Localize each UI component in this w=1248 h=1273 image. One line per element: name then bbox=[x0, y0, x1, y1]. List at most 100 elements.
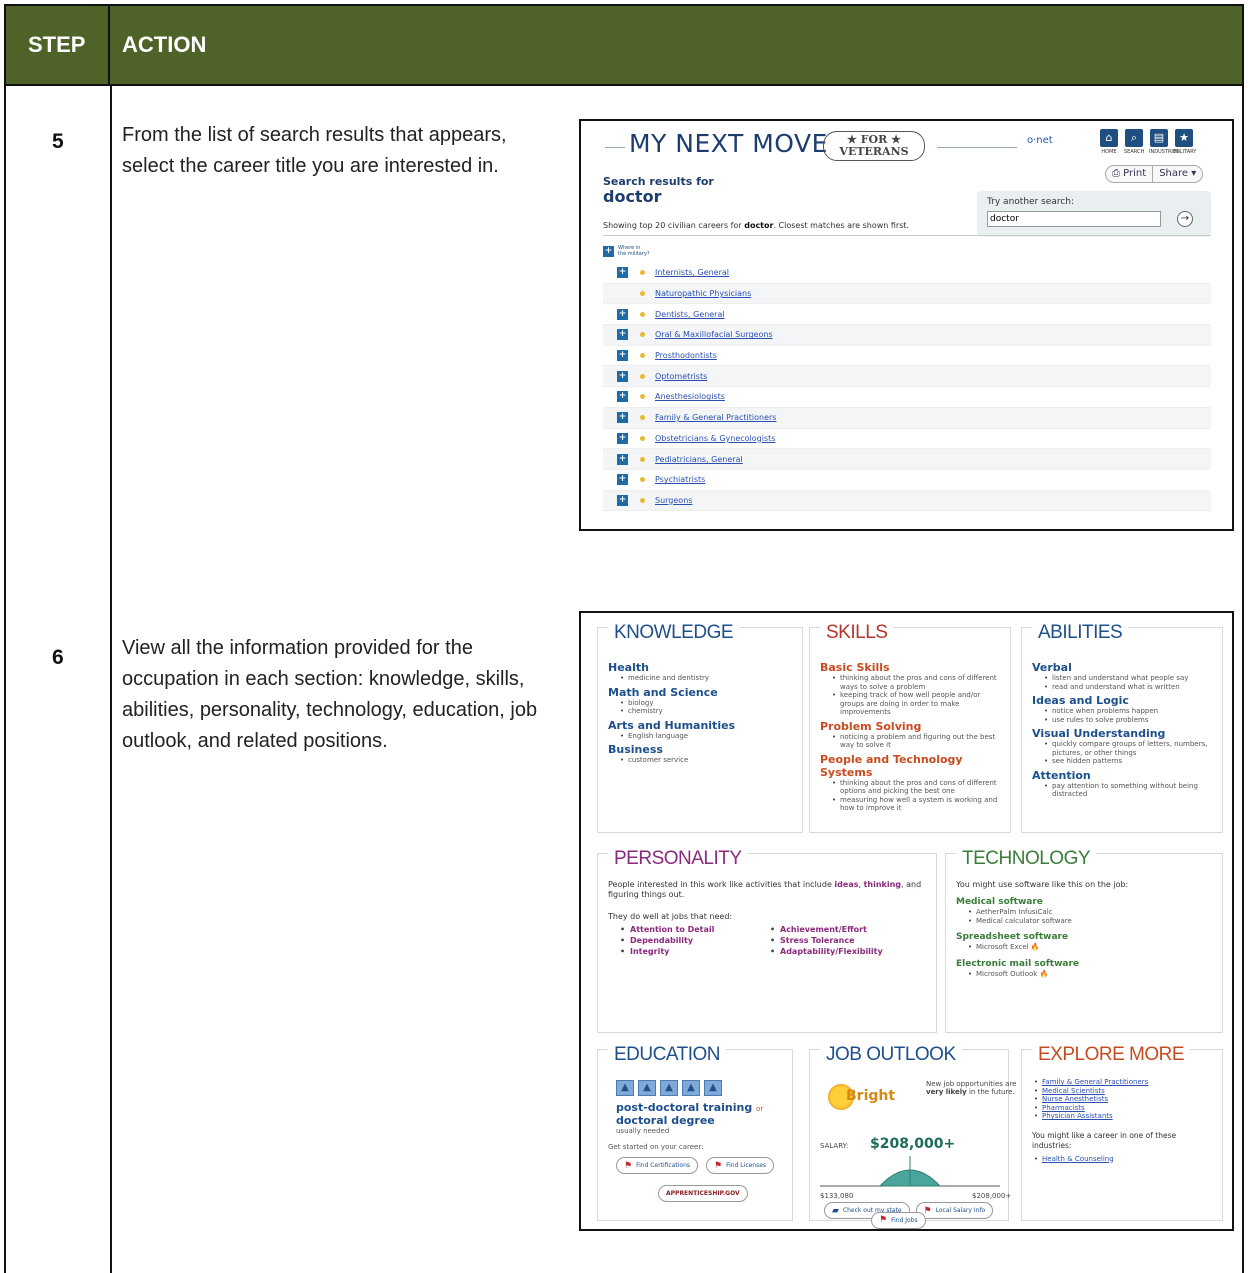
abilities-item: use rules to solve problems bbox=[1044, 716, 1214, 725]
career-link[interactable]: Anesthesiologists bbox=[655, 392, 725, 401]
skills-heading: People and Technology Systems bbox=[820, 752, 963, 779]
plus-icon[interactable]: + bbox=[617, 494, 628, 506]
plus-icon[interactable]: + bbox=[603, 245, 614, 257]
personality-trait: Integrity bbox=[620, 946, 758, 957]
match-dot-icon bbox=[640, 353, 645, 359]
abilities-body: Verballisten and understand what people … bbox=[1032, 658, 1214, 799]
plus-icon[interactable]: + bbox=[617, 267, 628, 279]
career-link[interactable]: Naturopathic Physicians bbox=[655, 289, 751, 298]
veterans-badge: ★ FOR ★ VETERANS bbox=[823, 131, 925, 161]
related-career-link[interactable]: Nurse Anesthetists bbox=[1042, 1095, 1108, 1103]
share-button[interactable]: Share ▾ bbox=[1152, 166, 1202, 182]
job-outlook-panel: JOB OUTLOOK Bright New job opportunities… bbox=[809, 1044, 1016, 1221]
salary-min: $133,080 bbox=[820, 1192, 854, 1200]
career-link[interactable]: Prosthodontists bbox=[655, 351, 717, 360]
career-link[interactable]: Psychiatrists bbox=[655, 475, 705, 484]
knowledge-heading: Health bbox=[608, 661, 649, 674]
flag-icon: ⚑ bbox=[879, 1215, 888, 1225]
career-link[interactable]: Surgeons bbox=[655, 496, 692, 505]
search-input[interactable] bbox=[987, 211, 1161, 227]
match-dot-icon bbox=[640, 497, 645, 503]
result-row: + Prosthodontists bbox=[603, 346, 1211, 367]
result-row: + Anesthesiologists bbox=[603, 387, 1211, 408]
local-salary-button[interactable]: ⚑ Local Salary Info bbox=[915, 1202, 994, 1219]
plus-icon[interactable]: + bbox=[617, 432, 628, 444]
skills-body: Basic Skillsthinking about the pros and … bbox=[820, 658, 1002, 813]
technology-item: Medical calculator software bbox=[968, 917, 1214, 926]
table-header: STEP ACTION bbox=[6, 6, 1242, 86]
search-icon[interactable]: ⌕ SEARCH bbox=[1124, 129, 1144, 155]
plus-icon[interactable]: + bbox=[617, 391, 628, 403]
knowledge-heading: Math and Science bbox=[608, 685, 718, 699]
step-number: 5 bbox=[52, 130, 64, 153]
plus-icon[interactable]: + bbox=[617, 474, 628, 486]
plus-icon[interactable]: + bbox=[617, 453, 628, 465]
industry-link[interactable]: Health & Counseling bbox=[1042, 1155, 1114, 1163]
education-level-icons: ▲ ▲ ▲ ▲ ▲ bbox=[616, 1080, 792, 1096]
knowledge-title: KNOWLEDGE bbox=[608, 622, 740, 644]
home-icon[interactable]: ⌂ HOME bbox=[1099, 129, 1119, 155]
result-row: + Dentists, General bbox=[603, 304, 1211, 326]
related-career-item: Physician Assistants bbox=[1034, 1112, 1214, 1121]
skills-list: thinking about the pros and cons of diff… bbox=[820, 674, 1002, 717]
divider bbox=[603, 235, 1211, 236]
skills-title: SKILLS bbox=[820, 622, 894, 644]
graduation-cap-icon: ▲ bbox=[616, 1080, 634, 1096]
career-link[interactable]: Family & General Practitioners bbox=[655, 413, 776, 422]
plus-icon[interactable]: + bbox=[617, 350, 628, 362]
top-nav: ⌂ HOME ⌕ SEARCH ▤ INDUSTRIES ★ MILITARY bbox=[1099, 129, 1196, 155]
related-career-link[interactable]: Pharmacists bbox=[1042, 1104, 1085, 1112]
related-career-item: Pharmacists bbox=[1034, 1104, 1214, 1113]
instruction-table: STEP ACTION 5 From the list of search re… bbox=[4, 4, 1244, 1273]
results-list: + Internists, General Naturopathic Physici… bbox=[603, 263, 1211, 512]
try-another-label: Try another search: bbox=[987, 197, 1075, 207]
try-another-search: Try another search: → bbox=[977, 191, 1211, 237]
outlook-text: New job opportunities are very likely in… bbox=[926, 1080, 1017, 1096]
find-jobs-button[interactable]: ⚑ Find Jobs bbox=[871, 1211, 926, 1229]
search-go-button[interactable]: → bbox=[1177, 211, 1193, 227]
related-career-link[interactable]: Physician Assistants bbox=[1042, 1112, 1113, 1120]
find-licenses-button[interactable]: ⚑ Find Licenses bbox=[706, 1157, 775, 1174]
technology-list: AetherPalm InfusiCalcMedical calculator … bbox=[956, 908, 1214, 925]
career-link[interactable]: Pediatricians, General bbox=[655, 455, 743, 464]
career-link[interactable]: Optometrists bbox=[655, 372, 707, 381]
outlook-rating: Bright bbox=[846, 1088, 896, 1104]
skills-item: thinking about the pros and cons of diff… bbox=[832, 674, 1002, 691]
technology-title: TECHNOLOGY bbox=[956, 848, 1097, 870]
match-dot-icon bbox=[640, 415, 645, 421]
plus-icon[interactable]: + bbox=[617, 308, 628, 320]
skills-heading: Basic Skills bbox=[820, 661, 890, 674]
abilities-item: listen and understand what people say bbox=[1044, 674, 1214, 683]
onet-logo: o·net bbox=[1027, 135, 1053, 146]
related-career-link[interactable]: Family & General Practitioners bbox=[1042, 1078, 1148, 1086]
print-button[interactable]: ⎙ Print bbox=[1106, 166, 1152, 182]
knowledge-list: customer service bbox=[608, 756, 794, 765]
get-started-label: Get started on your career: bbox=[608, 1143, 704, 1151]
salary-max: $208,000+ bbox=[972, 1192, 1012, 1200]
result-row: + Pediatricians, General bbox=[603, 449, 1211, 470]
military-icon[interactable]: ★ MILITARY bbox=[1174, 129, 1196, 155]
plus-icon[interactable]: + bbox=[617, 370, 628, 382]
related-career-item: Medical Scientists bbox=[1034, 1087, 1214, 1096]
knowledge-list: English language bbox=[608, 732, 794, 741]
plus-icon[interactable]: + bbox=[617, 329, 628, 341]
career-link[interactable]: Obstetricians & Gynecologists bbox=[655, 434, 775, 443]
career-link[interactable]: Dentists, General bbox=[655, 310, 725, 319]
skills-item: keeping track of how well people and/or … bbox=[832, 691, 1002, 717]
skills-item: measuring how well a system is working a… bbox=[832, 796, 1002, 813]
industries-icon[interactable]: ▤ INDUSTRIES bbox=[1149, 129, 1179, 155]
technology-heading: Electronic mail software bbox=[956, 958, 1079, 969]
plus-icon[interactable]: + bbox=[617, 412, 628, 424]
result-row: + Psychiatrists bbox=[603, 470, 1211, 491]
knowledge-item: customer service bbox=[620, 756, 794, 765]
military-toggle[interactable]: + Where in the military? bbox=[603, 245, 650, 257]
skills-panel: SKILLS Basic Skillsthinking about the pr… bbox=[809, 622, 1011, 833]
find-certifications-button[interactable]: ⚑ Find Certifications bbox=[616, 1157, 699, 1174]
industry-item: Health & Counseling bbox=[1034, 1155, 1214, 1164]
career-link[interactable]: Oral & Maxillofacial Surgeons bbox=[655, 330, 773, 339]
match-dot-icon bbox=[640, 373, 645, 379]
apprenticeship-button[interactable]: APPRENTICESHIP.GOV bbox=[658, 1185, 748, 1202]
related-career-link[interactable]: Medical Scientists bbox=[1042, 1087, 1105, 1095]
technology-list: Medical softwareAetherPalm InfusiCalcMed… bbox=[956, 897, 1214, 978]
career-link[interactable]: Internists, General bbox=[655, 268, 729, 277]
